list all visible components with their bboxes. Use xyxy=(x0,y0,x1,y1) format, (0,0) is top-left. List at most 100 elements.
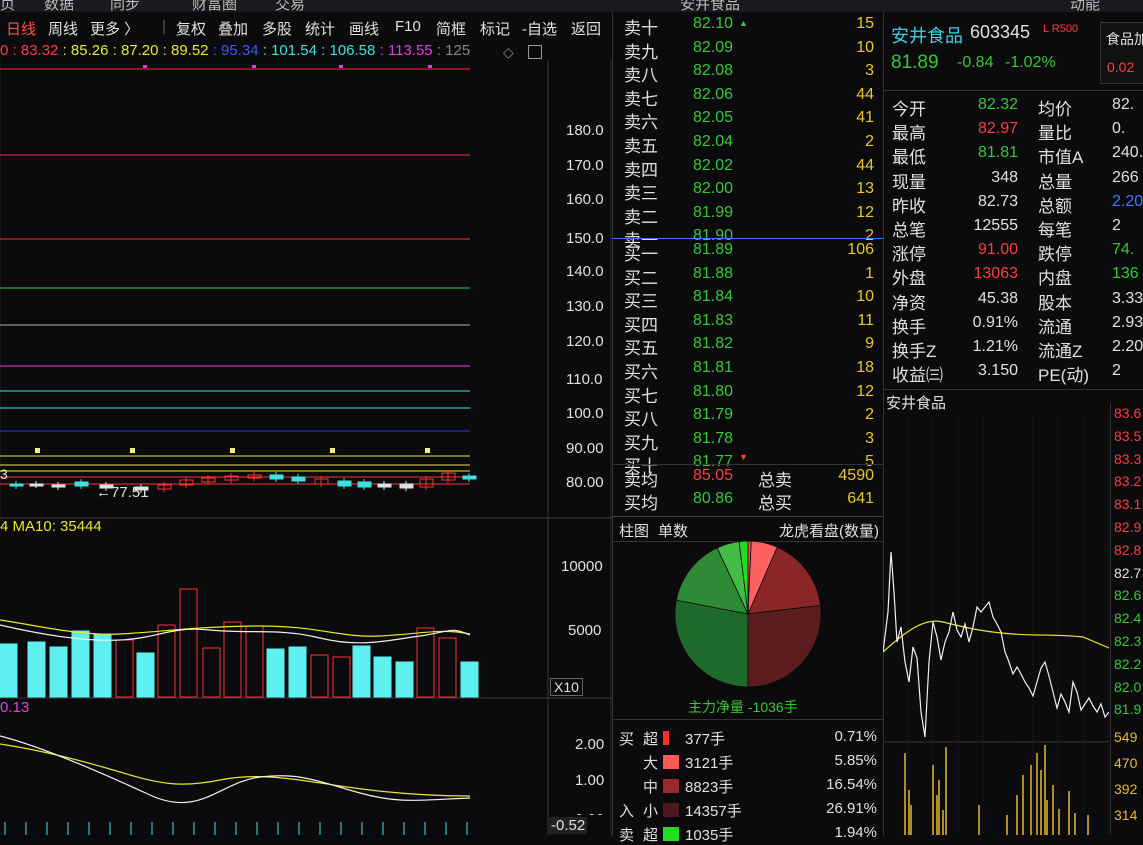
intraday-price-label: 82.3 xyxy=(1114,633,1142,649)
stat-label: 收益㈢ xyxy=(892,366,943,386)
stat-label: 净资 xyxy=(892,293,926,313)
ask-price[interactable]: 82.00 xyxy=(693,180,733,198)
stat-value: 0. xyxy=(1112,120,1126,138)
volume-bar xyxy=(266,648,285,698)
ma-marker xyxy=(35,448,40,453)
ask-price[interactable]: 82.02 xyxy=(693,157,733,175)
price-axis-label: 120.0 xyxy=(566,333,604,350)
stat-label: 内盘 xyxy=(1038,269,1072,289)
intraday-price-label: 83.6 xyxy=(1114,405,1142,421)
price-axis-label: 170.0 xyxy=(566,157,604,174)
diamond-icon[interactable]: ◇ xyxy=(503,44,514,61)
bid-price[interactable]: 81.80 xyxy=(693,383,733,401)
f10-button[interactable]: F10 xyxy=(395,18,421,35)
ma-legend: 0 : 83.32 : 85.26 : 87.20 : 89.52 : 95.3… xyxy=(0,42,545,62)
indicator-axis-current: -0.52 xyxy=(549,817,588,834)
volume-bar xyxy=(460,661,479,698)
multi-stock-button[interactable]: 多股 xyxy=(262,18,292,39)
ask-price[interactable]: 82.04 xyxy=(693,133,733,151)
volume-bar xyxy=(288,646,307,698)
avg-price-value: 80.86 xyxy=(693,490,734,507)
simple-frame-button[interactable]: 简框 xyxy=(436,18,466,39)
volume-bar xyxy=(179,588,198,698)
tab-order-count[interactable]: 单数 xyxy=(658,520,688,541)
bid-price[interactable]: 81.84 xyxy=(693,288,733,306)
stat-value: 45.38 xyxy=(977,289,1018,307)
flow-bar xyxy=(663,803,679,817)
stat-label: 每笔 xyxy=(1038,221,1072,240)
chart-toolbar: 日线 周线 更多 〉 | 复权 叠加 多股 统计 画线 F10 简框 标记 -自… xyxy=(0,14,610,40)
candle-body xyxy=(357,481,372,488)
remove-watchlist-button[interactable]: -自选 xyxy=(522,18,557,39)
adjust-button[interactable]: 复权 xyxy=(176,18,206,39)
panel-toggle-icon[interactable] xyxy=(528,45,542,59)
stat-label: 外盘 xyxy=(892,269,926,289)
down-arrow-icon: ▼ xyxy=(739,452,748,462)
bid-volume: 3 xyxy=(865,429,874,447)
ask-price[interactable]: 82.08 xyxy=(693,62,733,80)
ask-price[interactable]: 81.99 xyxy=(693,204,733,222)
tab-weekly[interactable]: 周线 xyxy=(48,18,78,39)
order-book: 卖十 82.10 15 卖九 82.09 10 卖八 82.08 3 卖七 82.06 44 卖六 82.… xyxy=(612,12,884,516)
pie-slice xyxy=(747,604,822,688)
stat-value: 91.00 xyxy=(977,241,1018,259)
bid-price[interactable]: 81.78 xyxy=(693,430,733,448)
bid-price[interactable]: 81.81 xyxy=(693,359,733,377)
menu-item-motion[interactable]: 动能 xyxy=(1070,0,1100,12)
tab-bar-chart[interactable]: 柱图 xyxy=(619,520,649,541)
overlay-button[interactable]: 叠加 xyxy=(218,18,248,39)
stat-value: 348 xyxy=(991,168,1018,186)
bid-price[interactable]: 81.82 xyxy=(693,335,733,353)
bid-price[interactable]: 81.88 xyxy=(693,265,733,283)
menu-item-sync[interactable]: 同步 xyxy=(110,0,140,12)
stat-value: 82. xyxy=(1112,96,1135,113)
ask-level-label: 卖六 xyxy=(624,113,658,133)
tab-dragon-tiger[interactable]: 龙虎看盘(数量) xyxy=(779,520,879,541)
mark-button[interactable]: 标记 xyxy=(480,18,510,39)
volume-bar xyxy=(49,646,68,698)
ask-volume: 44 xyxy=(856,85,874,103)
sector-name[interactable]: 食品加 xyxy=(1106,29,1143,49)
menu-item-wealth[interactable]: 财富圈 xyxy=(192,0,237,12)
ask-volume: 15 xyxy=(856,15,874,32)
tab-more[interactable]: 更多 〉 xyxy=(90,18,139,39)
menu-item-data[interactable]: 数据 xyxy=(44,0,74,12)
sector-change: 0.02 xyxy=(1107,59,1135,75)
ask-price[interactable]: 82.06 xyxy=(693,86,733,104)
stat-value: 82.32 xyxy=(977,96,1018,113)
bid-level-label: 买五 xyxy=(624,339,658,359)
flow-percent: 16.54% xyxy=(826,776,877,793)
statistics-button[interactable]: 统计 xyxy=(305,18,335,39)
capital-flow-pie xyxy=(674,540,822,688)
intraday-title: 安井食品 xyxy=(886,395,947,412)
bid-price[interactable]: 81.89 xyxy=(693,241,733,259)
bid-level-label: 买二 xyxy=(624,268,658,288)
ask-price[interactable]: 82.10 xyxy=(693,15,733,33)
up-arrow-icon: ▲ xyxy=(739,18,748,28)
ask-volume: 41 xyxy=(856,109,874,127)
ma-marker xyxy=(425,448,430,453)
current-price: 81.89 xyxy=(891,52,939,73)
total-volume: 641 xyxy=(847,490,874,507)
volume-bar xyxy=(416,627,435,698)
bid-price[interactable]: 81.79 xyxy=(693,406,733,424)
candle-body xyxy=(399,483,414,489)
flow-size-label: 超 xyxy=(643,731,659,748)
flow-bar xyxy=(663,731,669,745)
volume-bar xyxy=(352,645,371,698)
ask-price[interactable]: 82.05 xyxy=(693,109,733,127)
price-axis: 180.0 170.0 160.0 150.0 140.0 130.0 120.0 110.0… xyxy=(566,0,610,500)
candle-body xyxy=(462,475,477,480)
flow-percent: 5.85% xyxy=(834,752,877,769)
ma-value: : 113.55 xyxy=(379,42,437,59)
ask-price[interactable]: 82.09 xyxy=(693,39,733,57)
bid-price[interactable]: 81.83 xyxy=(693,312,733,330)
ma-value: : 125 xyxy=(436,42,471,59)
volume-bar xyxy=(93,633,112,698)
draw-line-button[interactable]: 画线 xyxy=(349,18,379,39)
tab-daily[interactable]: 日线 xyxy=(6,18,36,39)
ma-value: 0 xyxy=(0,42,13,59)
indicator-axis-label: 0.00 xyxy=(575,807,604,815)
menu-item-trade[interactable]: 交易 xyxy=(275,0,305,12)
menu-item[interactable]: 页 xyxy=(0,0,15,12)
